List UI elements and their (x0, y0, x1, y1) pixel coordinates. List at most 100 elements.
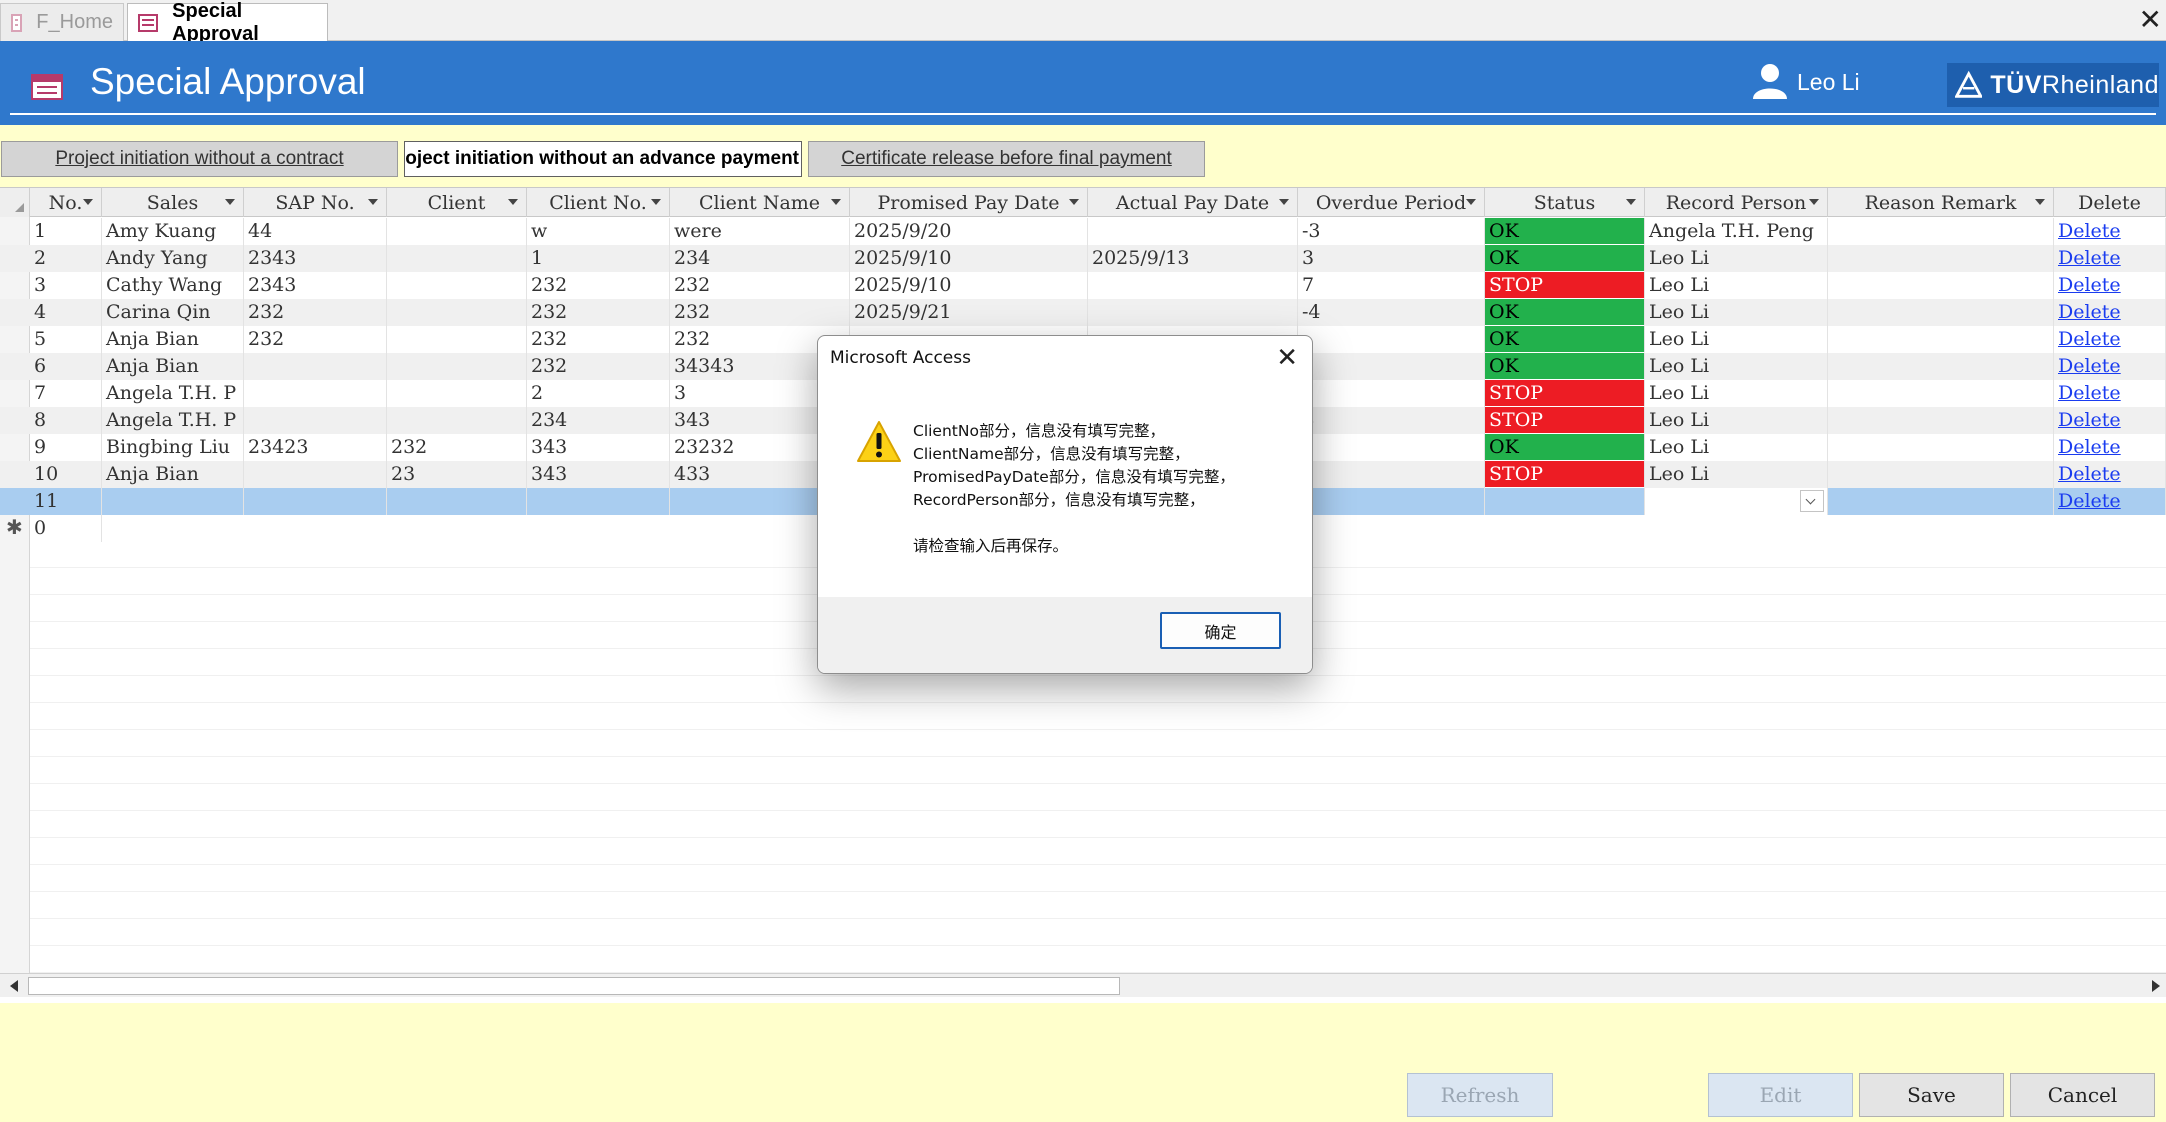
delete-link[interactable]: Delete (2054, 272, 2166, 299)
cell-overdue-period[interactable] (1298, 461, 1485, 488)
cell-sales[interactable]: Anja Bian (102, 326, 244, 353)
cell-sap-no[interactable]: 44 (244, 218, 387, 245)
ok-button[interactable]: 确定 (1160, 612, 1281, 649)
cell-sap-no[interactable]: 2343 (244, 272, 387, 299)
cell-overdue-period[interactable] (1298, 353, 1485, 380)
cell-no[interactable]: 7 (30, 380, 102, 407)
cell-no[interactable]: 11 (30, 488, 102, 515)
cell-actual-pay-date[interactable]: 2025/9/13 (1088, 245, 1298, 272)
column-dropdown-icon[interactable] (1626, 199, 1636, 205)
cell-status[interactable]: OK (1485, 326, 1645, 353)
cell-no[interactable]: 9 (30, 434, 102, 461)
filter-no-contract-button[interactable]: Project initiation without a contract (1, 141, 398, 177)
delete-link[interactable]: Delete (2054, 326, 2166, 353)
column-dropdown-icon[interactable] (1809, 199, 1819, 205)
cell-status[interactable] (1485, 488, 1645, 515)
cell-client-no[interactable]: w (527, 218, 670, 245)
cell-promised-pay-date[interactable]: 2025/9/21 (850, 299, 1088, 326)
cell-record-person[interactable]: Leo Li (1645, 245, 1828, 272)
column-header-promised-pay-date[interactable]: Promised Pay Date (850, 188, 1088, 217)
cell-sales[interactable]: Anja Bian (102, 461, 244, 488)
cell-no[interactable]: 6 (30, 353, 102, 380)
cancel-button[interactable]: Cancel (2010, 1073, 2155, 1117)
table-row[interactable]: 4 Carina Qin 232 232 232 2025/9/21 -4 OK Leo Li D… (0, 299, 2166, 326)
cell-reason-remark[interactable] (1828, 326, 2054, 353)
refresh-button[interactable]: Refresh (1407, 1073, 1553, 1117)
column-dropdown-icon[interactable] (1279, 199, 1289, 205)
cell-client-no[interactable]: 2 (527, 380, 670, 407)
cell-client-no[interactable] (527, 488, 670, 515)
cell-client[interactable] (387, 407, 527, 434)
cell-sales[interactable]: Anja Bian (102, 353, 244, 380)
cell-client[interactable] (387, 218, 527, 245)
column-dropdown-icon[interactable] (1466, 199, 1476, 205)
delete-link[interactable]: Delete (2054, 488, 2166, 515)
scroll-left-icon[interactable] (10, 980, 18, 992)
cell-record-person[interactable]: Angela T.H. Peng (1645, 218, 1828, 245)
cell-client-no[interactable]: 234 (527, 407, 670, 434)
tab-special-approval[interactable]: Special Approval (127, 0, 328, 45)
delete-link[interactable]: Delete (2054, 299, 2166, 326)
table-row[interactable]: 3 Cathy Wang 2343 232 232 2025/9/10 7 STOP Leo L… (0, 272, 2166, 299)
cell-client-no[interactable]: 232 (527, 272, 670, 299)
cell-client-no[interactable]: 232 (527, 299, 670, 326)
cell-client-name[interactable]: 232 (670, 299, 850, 326)
cell-reason-remark[interactable] (1828, 461, 2054, 488)
cell-overdue-period[interactable]: 3 (1298, 245, 1485, 272)
column-header-actual-pay-date[interactable]: Actual Pay Date (1088, 188, 1298, 217)
cell-client[interactable] (387, 353, 527, 380)
column-header-sap-no[interactable]: SAP No. (244, 188, 387, 217)
filter-no-advance-payment-button[interactable]: Project initiation without an advance pa… (404, 141, 802, 177)
column-dropdown-icon[interactable] (1069, 199, 1079, 205)
column-dropdown-icon[interactable] (651, 199, 661, 205)
cell-reason-remark[interactable] (1828, 245, 2054, 272)
cell-reason-remark[interactable] (1828, 218, 2054, 245)
cell-no[interactable]: 5 (30, 326, 102, 353)
close-icon[interactable]: ✕ (2139, 6, 2162, 34)
delete-link[interactable]: Delete (2054, 353, 2166, 380)
column-header-status[interactable]: Status (1485, 188, 1645, 217)
cell-promised-pay-date[interactable]: 2025/9/10 (850, 245, 1088, 272)
cell-status[interactable]: OK (1485, 245, 1645, 272)
cell-no[interactable]: 2 (30, 245, 102, 272)
column-dropdown-icon[interactable] (368, 199, 378, 205)
cell-overdue-period[interactable]: 7 (1298, 272, 1485, 299)
cell-client[interactable] (387, 245, 527, 272)
cell-client[interactable]: 232 (387, 434, 527, 461)
cell-status[interactable]: OK (1485, 434, 1645, 461)
cell-sap-no[interactable] (244, 353, 387, 380)
close-icon[interactable]: ✕ (1276, 344, 1298, 370)
cell-sap-no[interactable]: 23423 (244, 434, 387, 461)
column-header-client-name[interactable]: Client Name (670, 188, 850, 217)
cell-client[interactable]: 23 (387, 461, 527, 488)
column-dropdown-icon[interactable] (508, 199, 518, 205)
cell-overdue-period[interactable] (1298, 380, 1485, 407)
cell-sales[interactable]: Bingbing Liu (102, 434, 244, 461)
table-row[interactable]: 1 Amy Kuang 44 w were 2025/9/20 -3 OK Angela T.H… (0, 218, 2166, 245)
cell-overdue-period[interactable]: 8 (1298, 434, 1485, 461)
horizontal-scrollbar[interactable] (0, 973, 2166, 997)
cell-status[interactable]: OK (1485, 353, 1645, 380)
cell-client-name[interactable]: 234 (670, 245, 850, 272)
select-all-corner[interactable] (0, 188, 30, 217)
column-dropdown-icon[interactable] (83, 199, 93, 205)
scrollbar-thumb[interactable] (28, 977, 1120, 995)
cell-status[interactable]: OK (1485, 299, 1645, 326)
cell-sap-no[interactable] (244, 461, 387, 488)
column-header-client[interactable]: Client (387, 188, 527, 217)
cell-record-person[interactable]: Leo Li (1645, 299, 1828, 326)
cell-client-name[interactable]: 232 (670, 272, 850, 299)
cell-reason-remark[interactable] (1828, 353, 2054, 380)
column-header-no[interactable]: No. (30, 188, 102, 217)
column-header-record-person[interactable]: Record Person (1645, 188, 1828, 217)
edit-button[interactable]: Edit (1708, 1073, 1853, 1117)
cell-reason-remark[interactable] (1828, 434, 2054, 461)
cell-client[interactable] (387, 488, 527, 515)
column-header-client-no[interactable]: Client No. (527, 188, 670, 217)
cell-sales[interactable]: Cathy Wang (102, 272, 244, 299)
cell-sap-no[interactable] (244, 407, 387, 434)
column-dropdown-icon[interactable] (831, 199, 841, 205)
cell-overdue-period[interactable] (1298, 326, 1485, 353)
cell-no[interactable]: 8 (30, 407, 102, 434)
scroll-right-icon[interactable] (2152, 980, 2160, 992)
